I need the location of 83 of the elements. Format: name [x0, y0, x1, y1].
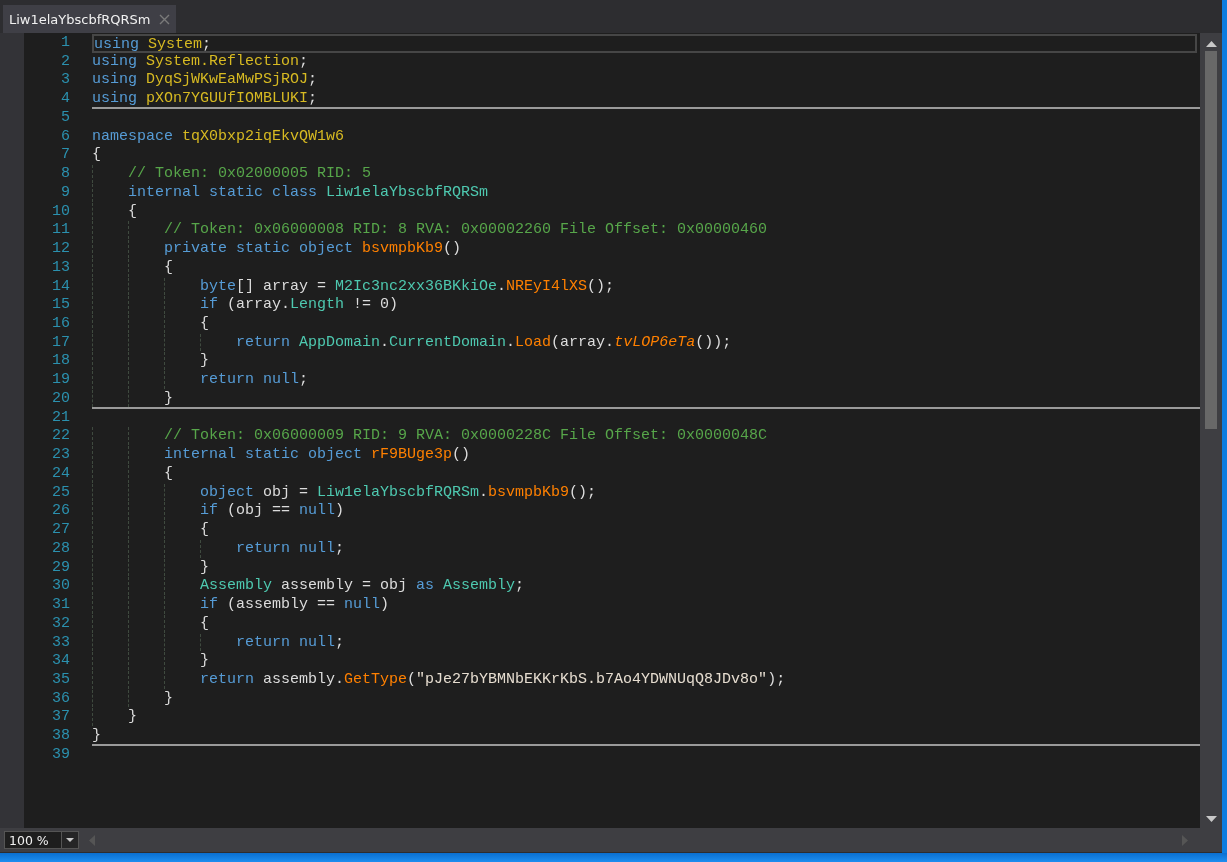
- code-line: using System.Reflection;: [92, 52, 309, 71]
- code-line: }: [200, 558, 209, 577]
- code-line: // Token: 0x06000009 RID: 9 RVA: 0x0000228C File Offset: 0x0000048C: [164, 427, 768, 446]
- code-line: if (assembly == null): [200, 596, 390, 614]
- editor-tab[interactable]: Liw1elaYbscbfRQRSm: [3, 5, 176, 33]
- code-line: }: [164, 389, 173, 407]
- line-number: 2: [61, 52, 70, 70]
- code-line: return null;: [200, 371, 309, 389]
- code-line: using pXOn7YGUUfIOMBLUKI;: [92, 90, 318, 107]
- code-line: if (array.Length != 0): [200, 296, 399, 314]
- line-number: 12: [52, 240, 70, 258]
- line-number: 36: [52, 689, 70, 707]
- line-number: 10: [52, 202, 70, 220]
- line-number: 35: [52, 670, 70, 688]
- line-number: 38: [52, 727, 70, 745]
- code-line: if (obj == null): [200, 502, 345, 521]
- line-number: 9: [61, 183, 70, 201]
- line-number: 24: [52, 464, 70, 482]
- code-line: return assembly.GetType("pJe27bYBMNbEKKrKbS.b7Ao4YDWNUqQ8JDv8o");: [200, 670, 786, 689]
- code-line: // Token: 0x06000008 RID: 8 RVA: 0x00002260 File Offset: 0x00000460: [164, 221, 768, 240]
- line-number: 32: [52, 614, 70, 632]
- code-line: {: [200, 315, 209, 333]
- code-line: {: [200, 521, 209, 539]
- line-number: 6: [61, 127, 70, 145]
- code-line: }: [164, 689, 173, 708]
- caret-icon: [66, 838, 74, 842]
- line-number: 21: [52, 408, 70, 426]
- code-line: using System;: [94, 36, 212, 51]
- scroll-up-arrow-icon[interactable]: [1205, 41, 1217, 47]
- code-line: }: [200, 652, 209, 670]
- close-icon[interactable]: [158, 13, 170, 25]
- line-number: 27: [52, 521, 70, 539]
- code-line: internal static class Liw1elaYbscbfRQRSm: [128, 183, 489, 202]
- line-number: 14: [52, 277, 70, 295]
- code-line: byte[] array = M2Ic3nc2xx36BKkiOe.NREyI4lXS();: [200, 277, 615, 296]
- line-number: 33: [52, 633, 70, 651]
- code-line: {: [164, 464, 173, 483]
- code-line: return null;: [236, 633, 345, 652]
- code-line: Assembly assembly = obj as Assembly;: [200, 577, 525, 596]
- line-number: 25: [52, 483, 70, 501]
- line-number: 16: [52, 315, 70, 332]
- line-number: 1: [61, 34, 70, 51]
- zoom-dropdown-button[interactable]: [62, 831, 79, 849]
- code-line: // Token: 0x02000005 RID: 5: [128, 165, 372, 183]
- line-number: 5: [61, 108, 70, 126]
- line-number: 3: [61, 71, 70, 89]
- code-line: }: [200, 352, 209, 371]
- code-line: return null;: [236, 539, 345, 558]
- line-number: 28: [52, 539, 70, 557]
- line-number: 4: [61, 90, 70, 108]
- code-line: {: [200, 614, 209, 633]
- line-number: 11: [52, 221, 70, 239]
- line-number: 26: [52, 502, 70, 520]
- line-number: 15: [52, 296, 70, 314]
- line-number: 31: [52, 596, 70, 614]
- code-line: {: [164, 258, 173, 277]
- line-number: 39: [52, 745, 70, 763]
- code-line: namespace tqX0bxp2iqEkvQW1w6: [92, 127, 345, 146]
- zoom-field[interactable]: 100 %: [4, 831, 62, 849]
- line-number: 20: [52, 389, 70, 407]
- line-number: 13: [52, 258, 70, 276]
- line-number: 37: [52, 708, 70, 726]
- line-number: 17: [52, 333, 70, 351]
- line-number: 30: [52, 577, 70, 595]
- line-number: 19: [52, 371, 70, 389]
- line-number: 7: [61, 146, 70, 164]
- scroll-down-arrow-icon[interactable]: [1205, 816, 1217, 822]
- line-number: 22: [52, 427, 70, 445]
- scrollbar-thumb[interactable]: [1205, 51, 1217, 429]
- code-line: {: [128, 202, 137, 221]
- code-line: using DyqSjWKwEaMwPSjROJ;: [92, 71, 318, 90]
- line-number: 23: [52, 446, 70, 464]
- code-line: private static object bsvmpbKb9(): [164, 240, 462, 258]
- code-line: object obj = Liw1elaYbscbfRQRSm.bsvmpbKb9();: [200, 483, 597, 502]
- line-number: 18: [52, 352, 70, 370]
- code-line: internal static object rF9BUge3p(): [164, 446, 471, 464]
- line-number: 34: [52, 652, 70, 670]
- code-line: }: [92, 727, 101, 744]
- code-line: return AppDomain.CurrentDomain.Load(array.tvLOP6eTa());: [236, 333, 732, 352]
- code-line: }: [128, 708, 137, 727]
- line-number: 29: [52, 558, 70, 576]
- line-number: 8: [61, 165, 70, 183]
- code-line: {: [92, 146, 101, 165]
